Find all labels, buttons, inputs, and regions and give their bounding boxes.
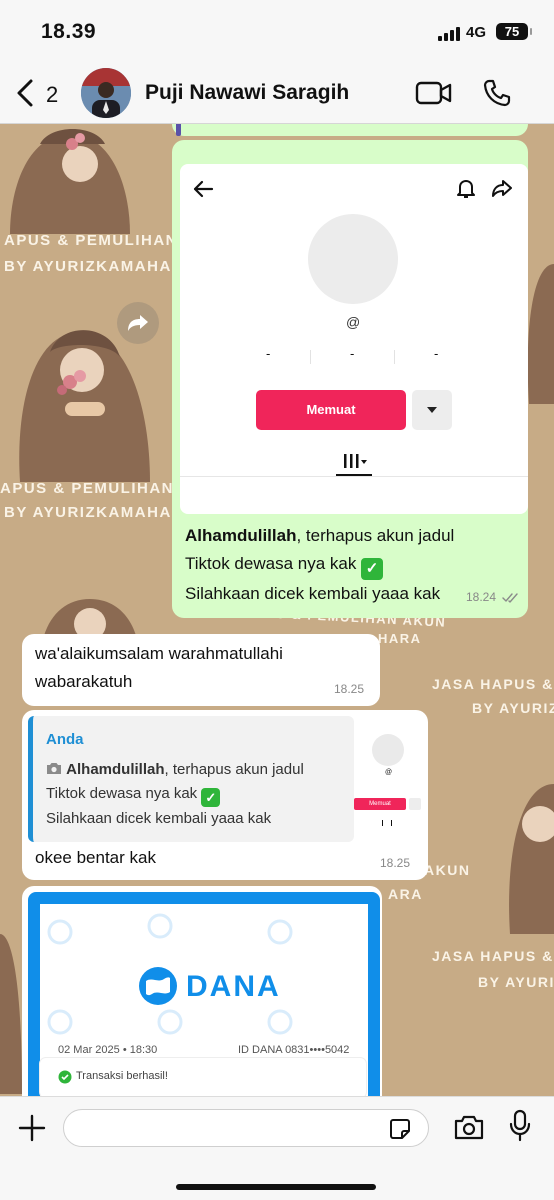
profile-username: @ (346, 314, 361, 330)
dana-logo-icon (139, 967, 177, 1005)
dropdown-button (412, 390, 452, 430)
tab-divider (180, 476, 528, 477)
wallpaper-figure-icon (0, 934, 22, 1094)
wallpaper-text: HARA (378, 631, 422, 646)
wallpaper-figure-icon (509, 784, 554, 934)
home-indicator (176, 1184, 376, 1190)
contact-avatar[interactable] (81, 68, 131, 118)
quote-text-segment: Tiktok dewasa nya kak (46, 785, 198, 802)
dana-brand: DANA (186, 970, 281, 1003)
camera-icon[interactable] (453, 1113, 485, 1141)
wallpaper-text: BY AYURIZ (478, 974, 554, 990)
plus-icon[interactable] (18, 1114, 46, 1142)
incoming-image-bubble[interactable]: DANA 02 Mar 2025 • 18:30 ID DANA 0831•••… (22, 886, 382, 1096)
quote-bar (176, 124, 181, 136)
check-mark-icon: ✓ (201, 788, 221, 807)
profile-avatar-placeholder (308, 214, 398, 304)
stat-divider (310, 350, 311, 364)
battery-icon: 75 (496, 23, 532, 40)
message-bold-text: Alhamdulillah (185, 526, 297, 545)
loading-button: Memuat (256, 390, 406, 430)
contact-name[interactable]: Puji Nawawi Saragih (145, 81, 349, 105)
transaction-status-card: Transaksi berhasil! (40, 1058, 366, 1096)
success-check-icon (58, 1070, 72, 1084)
transaction-date: 02 Mar 2025 • 18:30 (58, 1044, 158, 1056)
wallpaper-figure-icon (527, 264, 554, 404)
cellular-signal-icon (438, 27, 460, 41)
message-text-segment: wa'alaikumsalam warahmatullahi (35, 644, 283, 663)
outgoing-message-bubble[interactable]: @ - - - Memuat Alhamdulillah, terhapus a… (172, 140, 528, 618)
quote-text-segment: , terhapus akun jadul (164, 761, 304, 778)
video-call-icon[interactable] (415, 80, 453, 106)
wallpaper-text: AKUN (424, 862, 471, 878)
message-text-segment: wabarakatuh (35, 672, 133, 691)
profile-stat: - (434, 346, 439, 361)
quote-text: Alhamdulillah, terhapus akun jadul Tikto… (46, 758, 304, 831)
chat-area: APUS & PEMULIHAN BY AYURIZKAMAHARA APUS … (0, 124, 554, 1096)
share-icon (492, 180, 512, 197)
wallpaper-text: BY AYURIZ (472, 700, 554, 716)
quote-bold-text: Alhamdulillah (66, 761, 165, 778)
thumb-button: Memuat (354, 798, 406, 810)
transaction-status: Transaksi berhasil! (76, 1070, 168, 1082)
thumb-dropdown (409, 798, 421, 810)
quoted-message[interactable]: Anda Alhamdulillah, terhapus akun jadul … (28, 716, 354, 842)
quote-text-segment: Silahkaan dicek kembali yaaa kak (46, 810, 272, 827)
wallpaper-text: BY AYURIZKAMAHARA (4, 504, 197, 521)
tiktok-screenshot-image[interactable]: @ - - - Memuat (180, 164, 528, 514)
arrow-left-icon (193, 180, 214, 198)
wallpaper-text: BY AYURIZKAMAHARA (4, 258, 197, 275)
message-time: 18.25 (380, 856, 411, 870)
back-chevron-icon[interactable] (14, 78, 36, 108)
network-type: 4G (466, 24, 487, 41)
thumb-username: @ (385, 769, 393, 776)
message-time: 18.25 (334, 682, 365, 696)
reply-text: okee bentar kak (35, 848, 156, 867)
phone-call-icon[interactable] (482, 78, 512, 108)
unread-count[interactable]: 2 (46, 82, 58, 108)
incoming-reply-bubble[interactable]: Anda Alhamdulillah, terhapus akun jadul … (22, 710, 428, 880)
sticker-icon[interactable] (388, 1117, 412, 1141)
double-check-read-icon (502, 593, 518, 603)
message-input[interactable] (63, 1109, 429, 1147)
wallpaper-text: APUS & PEMULIHAN (0, 480, 175, 497)
previous-message-bubble[interactable] (172, 124, 528, 136)
profile-stat: - (350, 346, 355, 361)
message-text: wa'alaikumsalam warahmatullahi wabarakat… (35, 640, 283, 696)
composer-bar (0, 1096, 554, 1200)
wallpaper-text: JASA HAPUS & P (432, 676, 554, 692)
wallpaper-text: ARA (388, 886, 423, 902)
quote-thumbnail: @ Memuat (354, 716, 422, 842)
message-text-segment: , terhapus akun jadul (296, 526, 455, 545)
bell-icon (457, 180, 475, 198)
forward-arrow-icon (128, 315, 148, 331)
microphone-icon[interactable] (508, 1109, 532, 1143)
grid-tab-icon (344, 454, 367, 468)
camera-icon (47, 763, 61, 774)
profile-stat: - (266, 346, 271, 361)
wallpaper-text: APUS & PEMULIHAN (4, 232, 179, 249)
message-text: Alhamdulillah, terhapus akun jadul Tikto… (185, 522, 454, 608)
thumb-avatar (372, 734, 404, 766)
top-bar: 18.39 4G 75 2 Puji Nawawi Saragih (0, 0, 554, 124)
dana-account-id: ID DANA 0831••••5042 (238, 1044, 350, 1056)
quote-author: Anda (46, 731, 84, 748)
wallpaper-text: JASA HAPUS & P (432, 948, 554, 964)
message-text-segment: Tiktok dewasa nya kak (185, 554, 357, 573)
message-time: 18.24 (466, 590, 497, 604)
forward-button[interactable] (117, 302, 159, 344)
check-mark-icon: ✓ (361, 558, 384, 580)
message-text-segment: Silahkaan dicek kembali yaaa kak (185, 584, 441, 603)
status-time: 18.39 (41, 20, 97, 43)
incoming-message-bubble[interactable]: wa'alaikumsalam warahmatullahi wabarakat… (22, 634, 380, 706)
wallpaper-figure-icon (10, 129, 130, 234)
stat-divider (394, 350, 395, 364)
thumb-tab (382, 820, 392, 826)
